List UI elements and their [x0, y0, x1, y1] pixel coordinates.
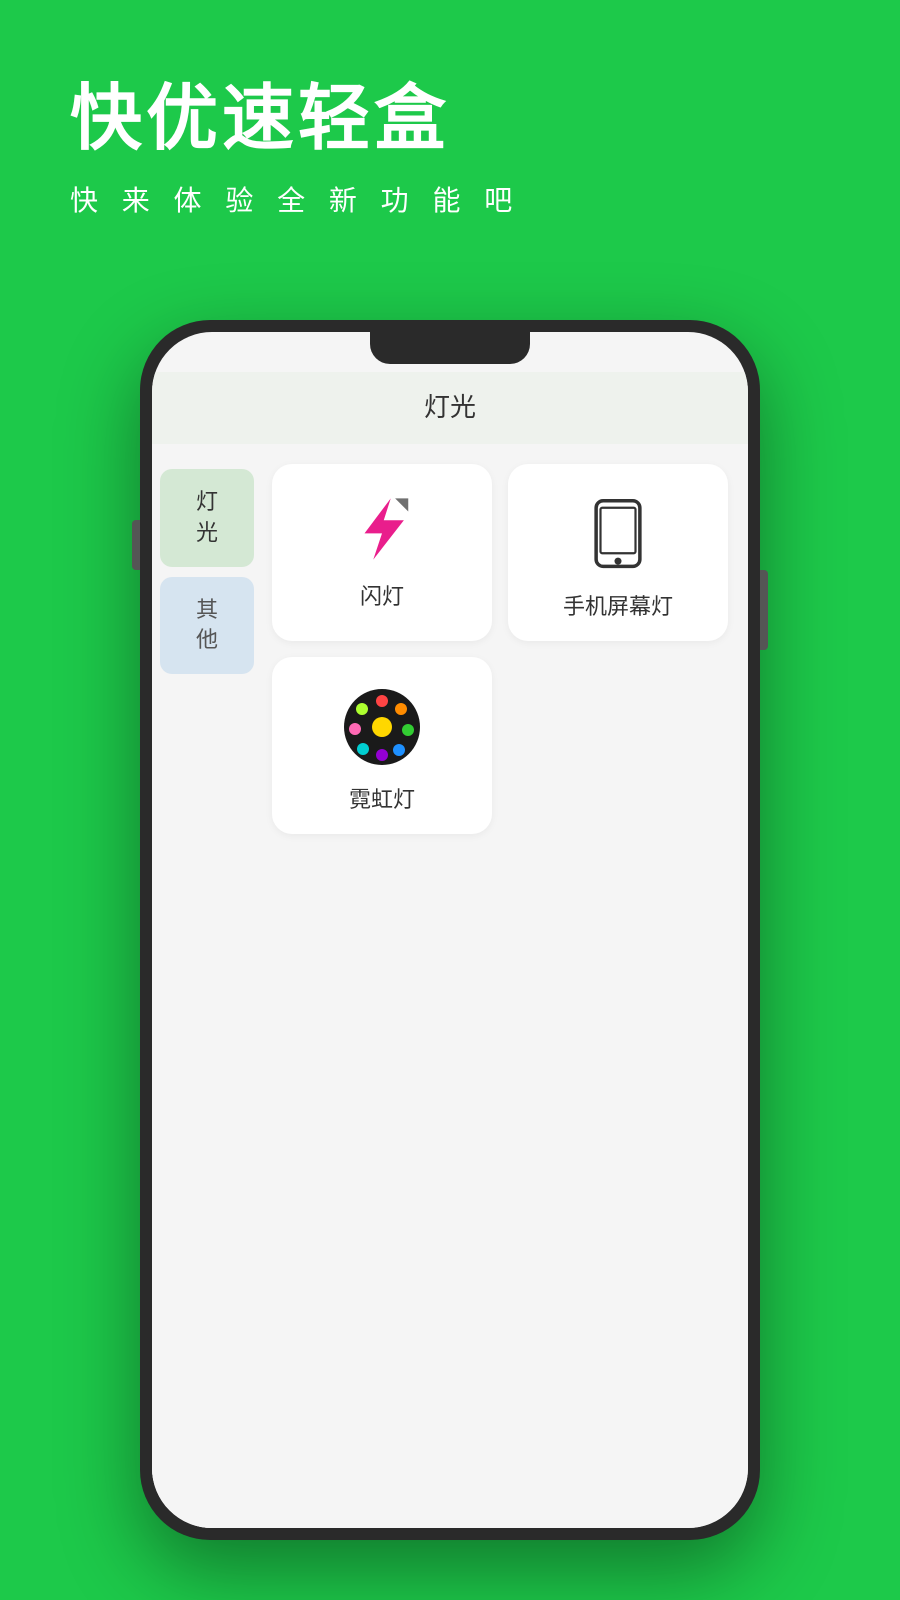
flash-label: 闪灯	[360, 579, 404, 611]
phone-screen-icon	[578, 494, 658, 574]
side-button-right	[760, 570, 768, 650]
phone-mockup: 灯光 灯光 其他	[140, 320, 760, 1540]
phone-outer: 灯光 灯光 其他	[140, 320, 760, 1540]
side-button-left	[132, 520, 140, 570]
main-grid: 闪灯 手机屏幕灯	[262, 444, 748, 1528]
neon-icon	[342, 687, 422, 767]
app-title: 快优速轻盒	[70, 80, 520, 159]
sidebar-item-other[interactable]: 其他	[160, 577, 254, 675]
screen-header: 灯光	[152, 372, 748, 444]
neon-card[interactable]: 霓虹灯	[272, 657, 492, 834]
sidebar-item-light[interactable]: 灯光	[160, 469, 254, 567]
phone-screen-label: 手机屏幕灯	[563, 589, 673, 621]
sidebar: 灯光 其他	[152, 444, 262, 1528]
phone-screen-card[interactable]: 手机屏幕灯	[508, 464, 728, 641]
flash-icon	[347, 494, 417, 564]
screen-title: 灯光	[424, 392, 476, 422]
neon-label: 霓虹灯	[349, 782, 415, 814]
screen-body: 灯光 其他	[152, 444, 748, 1528]
app-subtitle: 快 来 体 验 全 新 功 能 吧	[70, 179, 520, 219]
phone-notch	[370, 332, 530, 364]
screen-content: 灯光 灯光 其他	[152, 332, 748, 1528]
header-section: 快优速轻盒 快 来 体 验 全 新 功 能 吧	[70, 80, 520, 219]
flash-card[interactable]: 闪灯	[272, 464, 492, 641]
phone-screen: 灯光 灯光 其他	[152, 332, 748, 1528]
